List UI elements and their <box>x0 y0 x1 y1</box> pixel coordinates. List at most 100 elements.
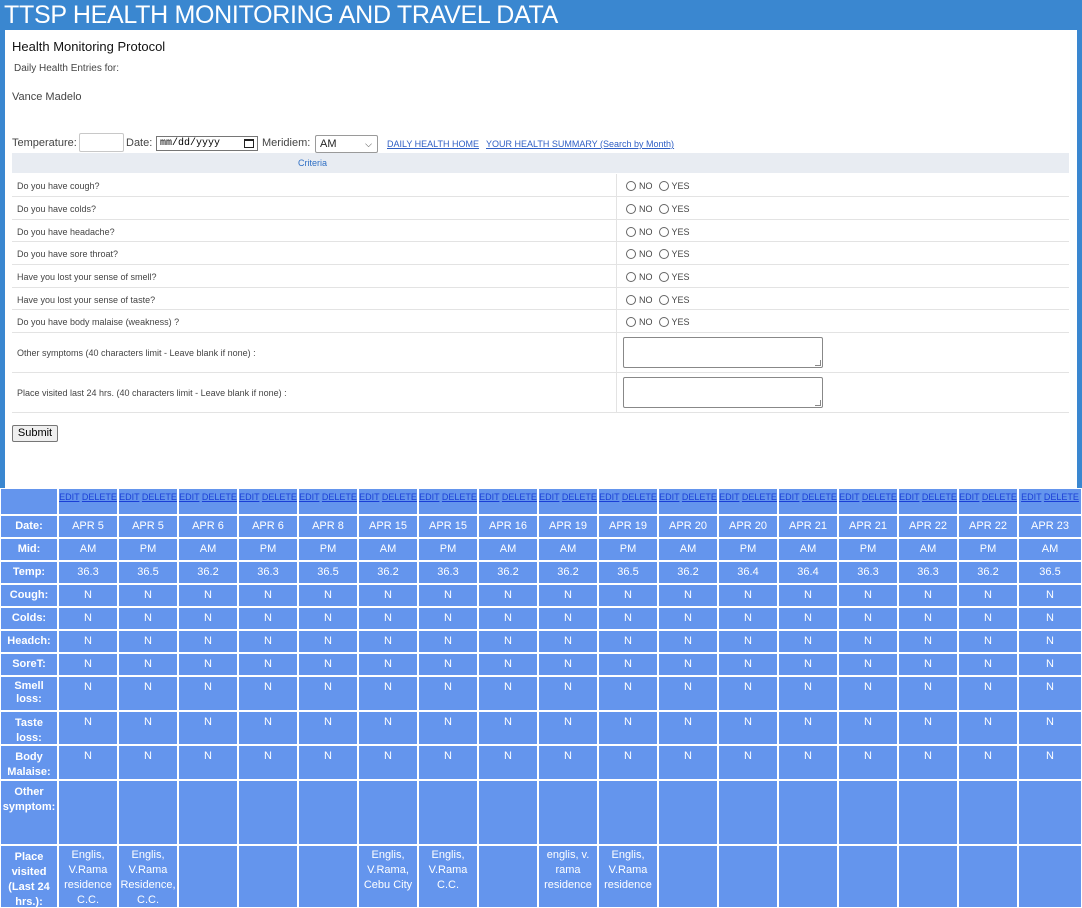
edit-link[interactable]: EDIT <box>239 492 259 502</box>
record-place-visited-cell <box>239 846 297 907</box>
record-taste-loss-cell: N <box>719 712 777 744</box>
record-taste-loss-cell: N <box>899 712 957 744</box>
radio-no[interactable] <box>626 181 636 191</box>
edit-link[interactable]: EDIT <box>659 492 679 502</box>
record-smell-loss-cell: N <box>959 677 1017 710</box>
edit-link[interactable]: EDIT <box>1021 492 1041 502</box>
resize-grip-icon[interactable] <box>815 400 821 406</box>
radio-yes[interactable] <box>658 227 669 237</box>
delete-link[interactable]: DELETE <box>82 492 117 502</box>
row-label-meridiem: Mid: <box>1 539 57 560</box>
option-yes-label: YES <box>671 295 690 305</box>
record-other-symptom-cell <box>299 781 357 844</box>
record-cough-cell: N <box>959 585 1017 606</box>
edit-link[interactable]: EDIT <box>599 492 619 502</box>
calendar-icon[interactable] <box>244 139 254 148</box>
radio-no[interactable] <box>626 272 636 282</box>
place-visited-textarea[interactable] <box>623 377 823 408</box>
radio-yes[interactable] <box>658 249 669 259</box>
row-label-smell-loss: Smell loss: <box>1 677 57 710</box>
daily-health-home-link[interactable]: DAILY HEALTH HOME <box>387 139 479 149</box>
radio-yes[interactable] <box>658 181 669 191</box>
record-other-symptom-cell <box>419 781 477 844</box>
radio-no[interactable] <box>626 227 636 237</box>
delete-link[interactable]: DELETE <box>682 492 717 502</box>
record-cough-cell: N <box>59 585 117 606</box>
record-body-malaise-cell: N <box>599 746 657 779</box>
record-cough-cell: N <box>239 585 297 606</box>
record-sore-throat-cell: N <box>839 654 897 675</box>
record-temperature-cell: 36.5 <box>119 562 177 583</box>
radio-no[interactable] <box>626 249 636 259</box>
delete-link[interactable]: DELETE <box>742 492 777 502</box>
record-headache-cell: N <box>299 631 357 652</box>
record-place-visited-cell <box>1019 846 1081 907</box>
edit-link[interactable]: EDIT <box>419 492 439 502</box>
delete-link[interactable]: DELETE <box>502 492 537 502</box>
record-actions-cell: EDIT DELETE <box>1019 489 1081 514</box>
date-input[interactable]: mm/dd/yyyy <box>156 136 258 151</box>
record-sore-throat-cell: N <box>959 654 1017 675</box>
record-colds-cell: N <box>719 608 777 629</box>
edit-link[interactable]: EDIT <box>59 492 79 502</box>
radio-no[interactable] <box>626 317 636 327</box>
radio-yes[interactable] <box>658 295 669 305</box>
resize-grip-icon[interactable] <box>815 360 821 366</box>
record-cough-cell: N <box>479 585 537 606</box>
edit-link[interactable]: EDIT <box>179 492 199 502</box>
edit-link[interactable]: EDIT <box>119 492 139 502</box>
record-smell-loss-cell: N <box>599 677 657 710</box>
delete-link[interactable]: DELETE <box>142 492 177 502</box>
temperature-input[interactable] <box>79 133 124 152</box>
record-headache-cell: N <box>359 631 417 652</box>
delete-link[interactable]: DELETE <box>922 492 957 502</box>
other-symptoms-textarea[interactable] <box>623 337 823 368</box>
radio-yes[interactable] <box>658 272 669 282</box>
record-cough-cell: N <box>719 585 777 606</box>
record-meridiem-cell: PM <box>299 539 357 560</box>
radio-yes[interactable] <box>658 204 669 214</box>
radio-no[interactable] <box>626 204 636 214</box>
edit-link[interactable]: EDIT <box>779 492 799 502</box>
delete-link[interactable]: DELETE <box>1044 492 1079 502</box>
delete-link[interactable]: DELETE <box>322 492 357 502</box>
edit-link[interactable]: EDIT <box>479 492 499 502</box>
record-meridiem-cell: PM <box>119 539 177 560</box>
edit-link[interactable]: EDIT <box>359 492 379 502</box>
column-divider <box>616 197 617 219</box>
record-smell-loss-cell: N <box>359 677 417 710</box>
record-other-symptom-cell <box>539 781 597 844</box>
delete-link[interactable]: DELETE <box>262 492 297 502</box>
edit-link[interactable]: EDIT <box>959 492 979 502</box>
record-date-cell: APR 6 <box>239 516 297 537</box>
record-actions-cell: EDIT DELETE <box>239 489 297 514</box>
entries-for-label: Daily Health Entries for: <box>14 63 120 74</box>
record-taste-loss-cell: N <box>539 712 597 744</box>
submit-button[interactable]: Submit <box>12 425 58 442</box>
record-other-symptom-cell <box>119 781 177 844</box>
frame-border-right <box>1077 30 1082 488</box>
meridiem-select[interactable]: AM ⌵ <box>315 135 378 153</box>
record-headache-cell: N <box>179 631 237 652</box>
record-temperature-cell: 36.4 <box>719 562 777 583</box>
health-summary-link[interactable]: YOUR HEALTH SUMMARY (Search by Month) <box>486 139 674 149</box>
radio-yes[interactable] <box>658 317 669 327</box>
record-colds-cell: N <box>359 608 417 629</box>
delete-link[interactable]: DELETE <box>442 492 477 502</box>
edit-link[interactable]: EDIT <box>539 492 559 502</box>
delete-link[interactable]: DELETE <box>982 492 1017 502</box>
delete-link[interactable]: DELETE <box>382 492 417 502</box>
edit-link[interactable]: EDIT <box>899 492 919 502</box>
delete-link[interactable]: DELETE <box>862 492 897 502</box>
answer-options: NO YES <box>626 227 690 237</box>
delete-link[interactable]: DELETE <box>802 492 837 502</box>
delete-link[interactable]: DELETE <box>202 492 237 502</box>
edit-link[interactable]: EDIT <box>839 492 859 502</box>
delete-link[interactable]: DELETE <box>622 492 657 502</box>
record-meridiem-cell: PM <box>599 539 657 560</box>
edit-link[interactable]: EDIT <box>719 492 739 502</box>
delete-link[interactable]: DELETE <box>562 492 597 502</box>
record-meridiem-cell: AM <box>59 539 117 560</box>
edit-link[interactable]: EDIT <box>299 492 319 502</box>
radio-no[interactable] <box>626 295 636 305</box>
